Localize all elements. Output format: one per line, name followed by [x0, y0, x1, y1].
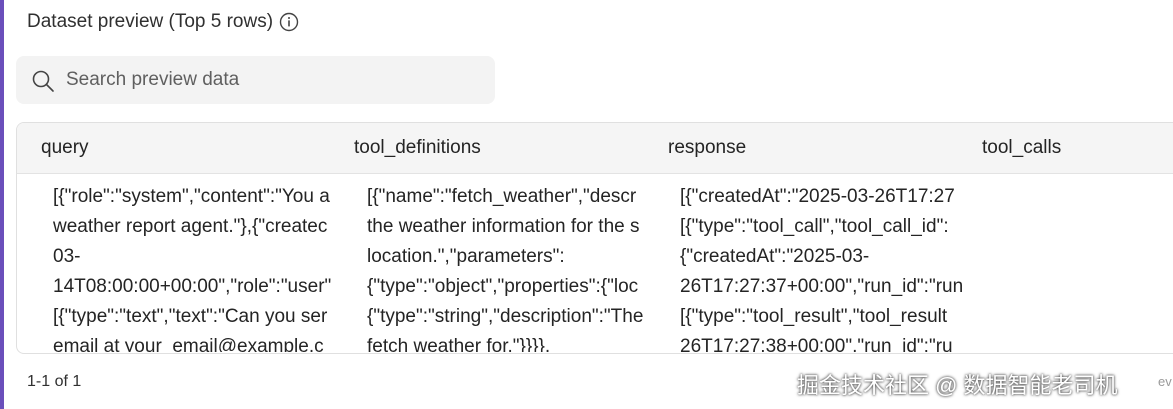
cell-tool-calls — [994, 182, 1173, 352]
table-header: query tool_definitions response tool_cal… — [17, 123, 1173, 174]
cell-response: [{"createdAt":"2025-03-26T17:27 [{"type"… — [680, 186, 964, 352]
column-header-tool-definitions[interactable]: tool_definitions — [354, 137, 481, 159]
page-title: Dataset preview (Top 5 rows) — [27, 11, 274, 32]
left-accent-bar — [0, 0, 4, 409]
column-header-response[interactable]: response — [668, 137, 746, 159]
preview-table: query tool_definitions response tool_cal… — [16, 122, 1173, 354]
search-icon — [32, 70, 54, 92]
pagination-label: 1-1 of 1 — [27, 373, 82, 390]
column-header-tool-calls[interactable]: tool_calls — [982, 137, 1061, 159]
watermark: 掘金技术社区 @ 数据智能老司机 — [797, 373, 1118, 398]
search-input[interactable] — [66, 56, 486, 104]
cell-tool-definitions: [{"name":"fetch_weather","descr the weat… — [367, 186, 644, 352]
info-icon[interactable] — [279, 12, 299, 32]
watermark-tail: ev — [1158, 374, 1172, 389]
dataset-preview-header: Dataset preview (Top 5 rows) — [27, 11, 299, 33]
column-header-query[interactable]: query — [41, 137, 89, 159]
cell-query: [{"role":"system","content":"You a weath… — [53, 186, 332, 352]
search-box — [16, 56, 495, 104]
